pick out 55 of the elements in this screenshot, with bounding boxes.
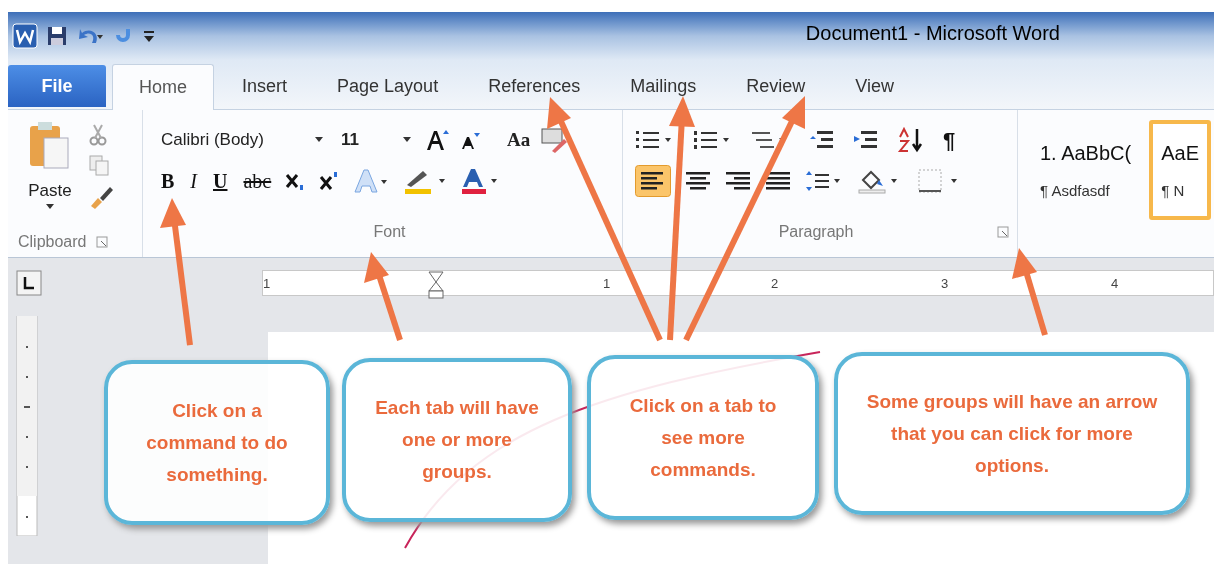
clipboard-icon (28, 120, 72, 172)
bold-button[interactable]: B (161, 166, 175, 196)
ribbon-tab[interactable]: Mailings (608, 63, 719, 109)
clear-formatting-icon[interactable] (540, 127, 569, 153)
file-tab[interactable]: File (8, 65, 106, 107)
callout-bubble: Click on a tab to see more commands. (587, 355, 819, 520)
line-spacing-icon[interactable] (805, 169, 843, 193)
save-icon[interactable] (46, 25, 68, 47)
group-label: Paragraph (778, 221, 854, 242)
indent-marker-icon[interactable] (427, 271, 445, 299)
font-size-field[interactable]: 11 (337, 125, 415, 155)
callout-bubble: Each tab will have one or more groups. (342, 358, 572, 522)
style-swatch[interactable]: AaE ¶ N (1149, 120, 1211, 220)
font-name-field[interactable]: Calibri (Body) (157, 125, 327, 155)
brush-icon[interactable] (88, 184, 114, 210)
callout-bubble: Click on a command to do something. (104, 360, 330, 525)
decrease-indent-icon[interactable] (809, 129, 835, 151)
change-case-button[interactable]: Aa (507, 125, 531, 155)
group-label: Font (373, 221, 406, 242)
align-center-icon[interactable] (685, 170, 711, 192)
caret-icon (46, 203, 54, 210)
show-marks-button[interactable]: ¶ (943, 123, 956, 157)
caret-icon (315, 137, 323, 143)
window-title: Document1 - Microsoft Word (805, 21, 1060, 46)
strikethrough-button[interactable]: abc (243, 166, 272, 196)
tab-selector-icon[interactable] (16, 270, 42, 296)
callout-bubble: Some groups will have an arrow that you can click for more options. (834, 352, 1190, 515)
align-left-icon[interactable] (635, 165, 671, 197)
subscript-icon[interactable] (285, 171, 306, 191)
ribbon-tab[interactable]: View (833, 63, 916, 109)
ribbon-tab[interactable]: References (466, 63, 603, 109)
ribbon-tab[interactable]: Review (724, 63, 828, 109)
underline-button[interactable]: U (213, 166, 228, 196)
grow-font-icon[interactable] (425, 128, 449, 152)
ruler-number: 4 (1111, 275, 1119, 293)
sort-icon[interactable] (897, 127, 925, 153)
ruler-number: 1 (603, 275, 611, 293)
paste-button[interactable]: Paste (22, 118, 78, 227)
ribbon-tab[interactable]: Page Layout (315, 63, 461, 109)
ribbon-tab[interactable]: Home (112, 64, 214, 110)
dialog-launcher-icon[interactable] (997, 225, 1009, 238)
ruler-number: 3 (941, 275, 949, 293)
superscript-icon[interactable] (319, 171, 340, 191)
italic-button[interactable]: I (190, 166, 197, 196)
ruler-number: 1 (263, 275, 271, 293)
word-logo-icon[interactable] (12, 23, 38, 49)
group-label: Clipboard (18, 232, 87, 252)
caret-icon (403, 137, 411, 143)
ribbon-tab[interactable]: Insert (220, 63, 310, 109)
align-right-icon[interactable] (725, 170, 751, 192)
dialog-launcher-icon[interactable] (96, 236, 109, 248)
ruler-number: 2 (771, 275, 779, 293)
justify-icon[interactable] (765, 170, 791, 192)
increase-indent-icon[interactable] (853, 129, 879, 151)
scissors-icon[interactable] (88, 122, 108, 146)
